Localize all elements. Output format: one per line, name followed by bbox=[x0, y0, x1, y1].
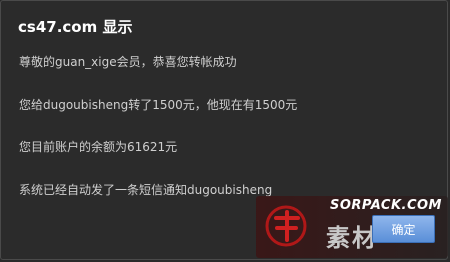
watermark-logo-icon bbox=[265, 205, 307, 247]
dialog-title: cs47.com 显示 bbox=[18, 18, 133, 36]
watermark-site-text: SORPACK.COM bbox=[329, 198, 442, 213]
message-line-sms: 系统已经自动发了一条短信通知dugoubisheng bbox=[19, 183, 273, 197]
watermark-cn-text: 素材 bbox=[326, 224, 378, 252]
message-line-balance: 您目前账户的余额为61621元 bbox=[19, 140, 178, 154]
alert-dialog: cs47.com 显示 尊敬的guan_xige会员，恭喜您转帐成功 您给dug… bbox=[0, 0, 448, 260]
message-line-greeting: 尊敬的guan_xige会员，恭喜您转帐成功 bbox=[19, 55, 237, 69]
ok-button[interactable]: 确定 bbox=[372, 215, 435, 243]
message-line-transfer: 您给dugoubisheng转了1500元，他现在有1500元 bbox=[19, 98, 298, 112]
